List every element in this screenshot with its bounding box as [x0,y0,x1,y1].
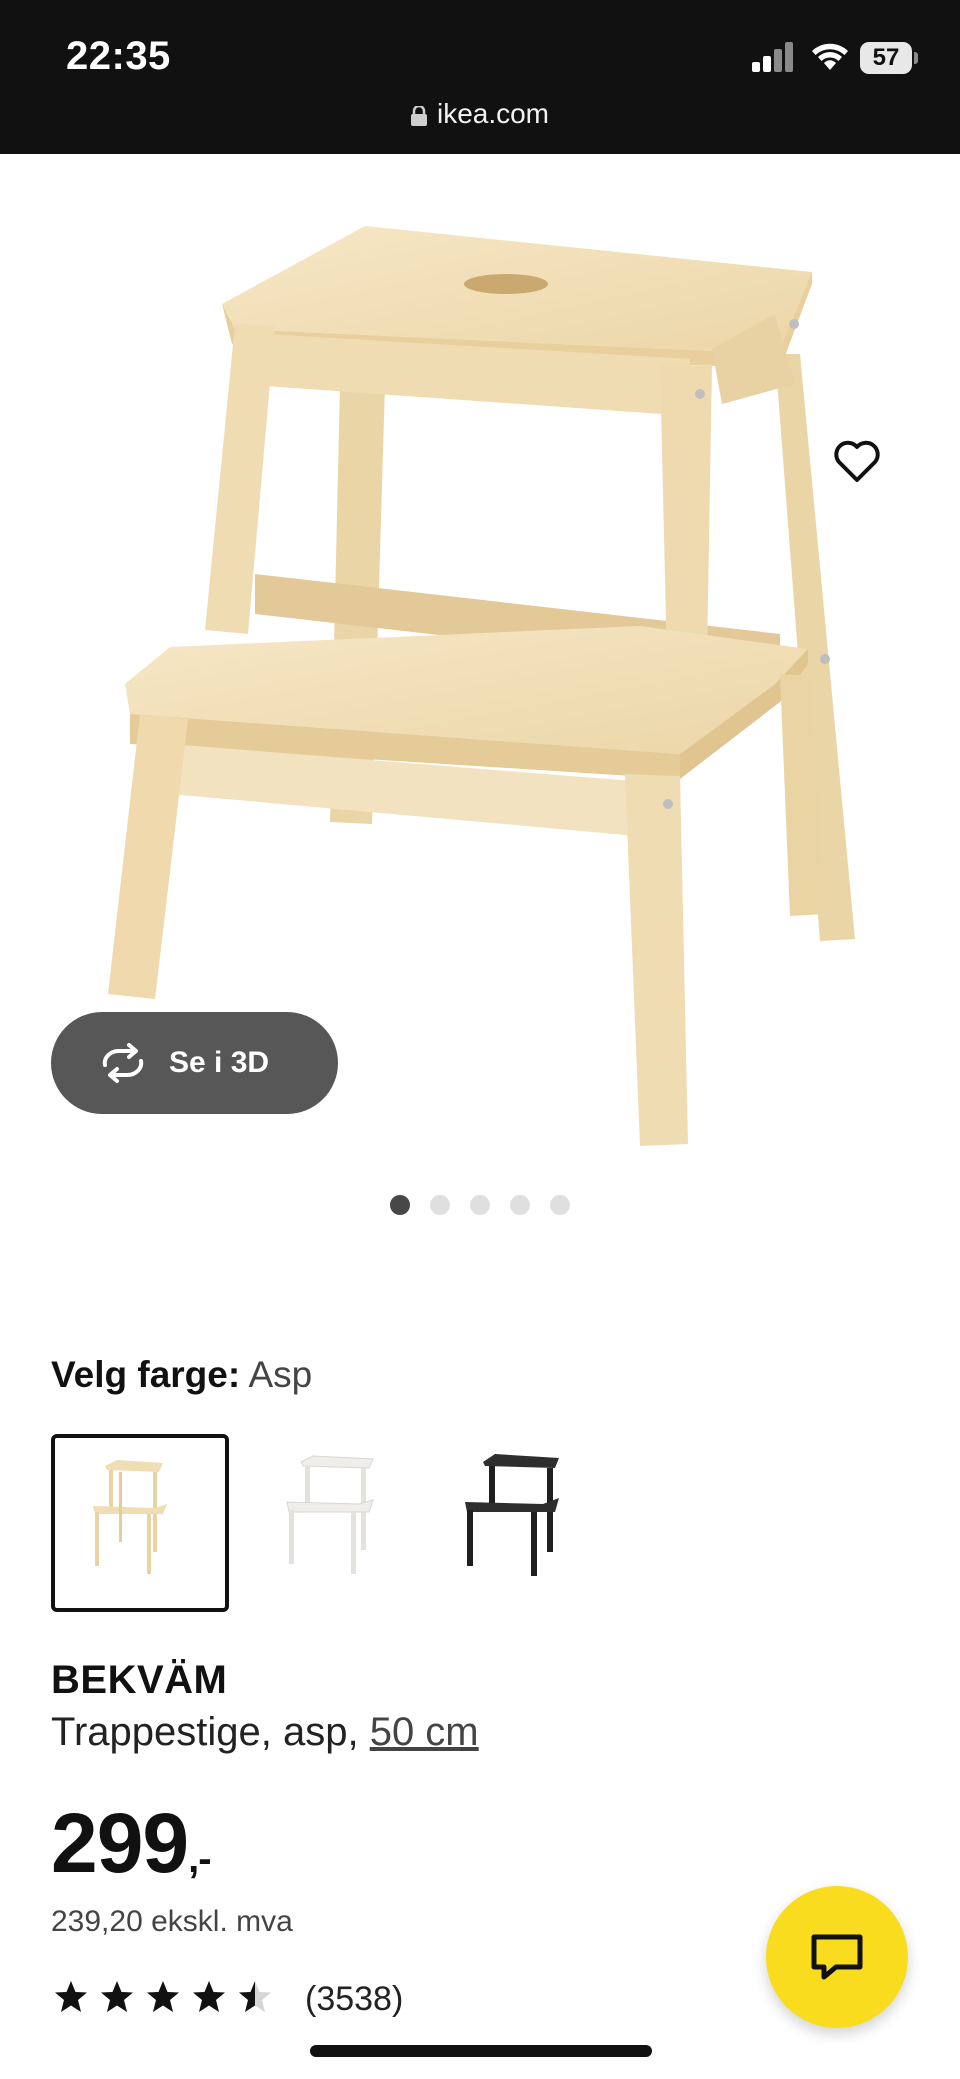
price-excl-vat: 239,20 ekskl. mva [51,1905,293,1938]
color-label-title: Velg farge: [51,1354,241,1395]
price-suffix: ,- [188,1837,211,1881]
product-gallery[interactable] [0,154,960,1154]
view-in-3d-button[interactable]: Se i 3D [51,1012,338,1114]
wifi-icon [812,43,848,70]
color-label-value: Asp [248,1354,313,1395]
favorite-heart-icon[interactable] [832,436,882,486]
swatch-black[interactable] [431,1434,609,1612]
lock-icon [410,105,427,126]
view-in-3d-label: Se i 3D [169,1046,270,1079]
address-bar[interactable]: ikea.com [0,98,960,130]
home-indicator [310,2045,652,2057]
url-text: ikea.com [436,98,550,129]
swatch-white[interactable] [241,1434,419,1612]
swatch-asp[interactable] [51,1434,229,1612]
gallery-dot[interactable] [550,1195,570,1215]
battery-level: 57 [860,42,912,74]
price-value: 299 [51,1796,189,1890]
product-price: 299,- [51,1795,212,1892]
status-bar: 22:35 57 ikea.com [0,0,960,154]
product-description: Trappestige, asp, 50 cm [51,1710,479,1755]
gallery-dot[interactable] [390,1195,410,1215]
product-image [108,226,855,1146]
rotate-3d-icon [102,1043,144,1083]
star-icon [55,1981,87,2012]
color-selector-label: Velg farge: Asp [51,1354,312,1396]
product-description-text: Trappestige, asp, [51,1710,370,1754]
swatch-asp-image [93,1460,167,1574]
status-time: 22:35 [66,34,171,78]
star-icon [239,1981,271,2012]
signal-icon [752,42,793,72]
star-icon [101,1981,133,2012]
gallery-dot[interactable] [470,1195,490,1215]
rating-stars [51,1980,281,2019]
gallery-dot[interactable] [430,1195,450,1215]
swatch-black-image [465,1454,559,1576]
star-icon [193,1981,225,2012]
battery-icon: 57 [860,42,918,74]
chat-button[interactable] [766,1886,908,2028]
rating[interactable]: (3538) [51,1980,403,2019]
review-count: (3538) [305,1980,404,2018]
chat-icon [811,1934,863,1980]
gallery-dot[interactable] [510,1195,530,1215]
swatch-white-image [286,1455,374,1574]
product-name: BEKVÄM [51,1658,228,1702]
star-icon [147,1981,179,2012]
gallery-pagination [0,1195,960,1220]
size-link[interactable]: 50 cm [370,1710,479,1754]
